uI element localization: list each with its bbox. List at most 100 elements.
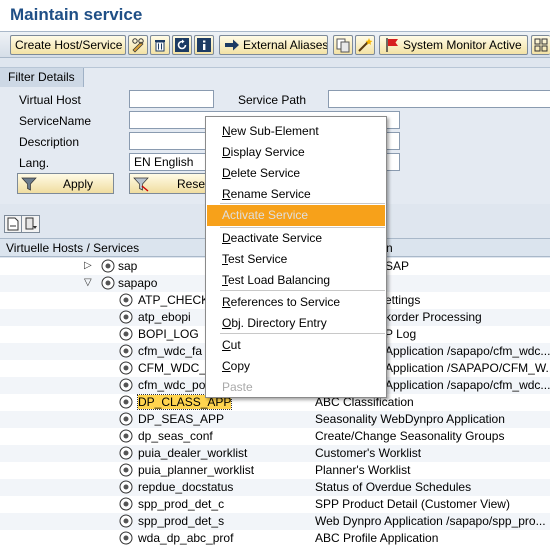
refresh-button[interactable] (172, 35, 192, 55)
menu-item-label: ename Service (230, 187, 311, 201)
column-virtual-hosts-services[interactable]: Virtuelle Hosts / Services (6, 241, 139, 255)
tree-node-label: cfm_wdc_po (138, 378, 206, 392)
tree-node-description: Customer's Worklist (315, 446, 422, 460)
tree-node-description: ABC Profile Application (315, 531, 439, 545)
service-path-input[interactable] (328, 90, 550, 108)
tree-node-description: Seasonality WebDynpro Application (315, 412, 505, 426)
service-node-icon (119, 446, 133, 460)
service-node-icon (119, 293, 133, 307)
service-node-icon (101, 259, 115, 273)
magic-wand-icon (357, 37, 373, 53)
mnemonic: C (222, 359, 231, 373)
menu-item-display-service[interactable]: Display Service (207, 142, 385, 162)
arrow-right-icon (224, 37, 240, 53)
tree-node-description: Create/Change Seasonality Groups (315, 429, 505, 443)
document-dropdown-icon (23, 216, 39, 232)
tree-node-label: puia_dealer_worklist (138, 446, 248, 460)
menu-item-test-load-balancing[interactable]: Test Load Balancing (207, 270, 385, 290)
menu-item-deactivate-service[interactable]: Deactivate Service (207, 228, 385, 248)
expand-arrow-icon[interactable]: ▷ (84, 260, 92, 271)
menu-item-label: elete Service (230, 166, 301, 180)
menu-item-cut[interactable]: Cut (207, 335, 385, 355)
tree-node-label: sap (118, 259, 138, 273)
refresh-icon (174, 37, 190, 53)
tree-node[interactable]: spp_prod_det_c SPP Product Detail (Custo… (0, 496, 550, 513)
tree-node-description: P Log (385, 327, 417, 341)
new-document-button[interactable] (4, 215, 22, 233)
menu-item-references-to-service[interactable]: References to Service (207, 292, 385, 312)
tree-node-label: dp_seas_conf (138, 429, 213, 443)
description-label: Description (19, 135, 80, 149)
menu-item-label: est Load Balancing (228, 273, 331, 287)
menu-separator (220, 203, 385, 204)
tree-node[interactable]: puia_dealer_worklist Customer's Worklist (0, 445, 550, 462)
tree-node-description: Application /SAPAPO/CFM_W... (385, 361, 550, 375)
service-node-icon (119, 531, 133, 545)
menu-item-activate-service[interactable]: Activate Service (207, 205, 385, 226)
menu-item-label: bj. Directory Entry (231, 316, 327, 330)
tree-node[interactable]: spp_prod_det_s Web Dynpro Application /s… (0, 513, 550, 530)
service-node-icon (119, 514, 133, 528)
mnemonic: D (222, 145, 231, 159)
pencil-glasses-icon (130, 37, 146, 53)
system-monitor-active-button[interactable]: System Monitor Active (379, 35, 528, 55)
wizard-button[interactable] (355, 35, 375, 55)
menu-separator (220, 333, 385, 334)
menu-item-rename-service[interactable]: Rename Service (207, 184, 385, 204)
menu-item-delete-service[interactable]: Delete Service (207, 163, 385, 183)
page-title: Maintain service (0, 0, 550, 31)
service-node-icon (119, 327, 133, 341)
menu-item-label: eferences to Service (230, 295, 341, 309)
menu-item-label: ew Sub-Element (230, 124, 319, 138)
service-path-label: Service Path (238, 93, 307, 107)
tree-node[interactable]: DP_SEAS_APP Seasonality WebDynpro Applic… (0, 411, 550, 428)
context-menu: New Sub-Element Display Service Delete S… (205, 116, 387, 398)
tree-node-label: puia_planner_worklist (138, 463, 255, 477)
filter-details-tab[interactable]: Filter Details (0, 68, 84, 87)
tree-node[interactable]: repdue_docstatus Status of Overdue Sched… (0, 479, 550, 496)
collapse-arrow-icon[interactable]: ▽ (84, 277, 92, 288)
tree-node[interactable]: wda_dp_abc_prof ABC Profile Application (0, 530, 550, 547)
virtual-host-input[interactable] (129, 90, 214, 108)
system-monitor-active-label: System Monitor Active (403, 38, 522, 52)
mnemonic: R (222, 295, 231, 309)
menu-item-new-sub-element[interactable]: New Sub-Element (207, 121, 385, 141)
mnemonic: R (222, 187, 231, 201)
create-host-service-label: Create Host/Service (15, 38, 123, 52)
document-icon (5, 216, 21, 232)
info-button[interactable] (194, 35, 214, 55)
red-flag-icon (384, 37, 400, 53)
menu-item-test-service[interactable]: Test Service (207, 249, 385, 269)
trash-icon (152, 37, 168, 53)
menu-item-label: ut (230, 338, 241, 352)
menu-item-paste: Paste (222, 380, 253, 394)
service-node-icon (119, 310, 133, 324)
external-aliases-button[interactable]: External Aliases (219, 35, 328, 55)
document-menu-button[interactable] (22, 215, 40, 233)
service-node-icon (119, 344, 133, 358)
tree-node-description: Planner's Worklist (315, 463, 411, 477)
reset-button[interactable]: Reset (129, 173, 214, 194)
column-description-fragment[interactable]: n (386, 241, 393, 255)
menu-separator (220, 290, 385, 291)
create-host-service-button[interactable]: Create Host/Service (10, 35, 126, 55)
delete-button[interactable] (150, 35, 170, 55)
menu-item-label: est Service (228, 252, 288, 266)
reset-filter-icon (133, 176, 149, 192)
mnemonic: C (222, 338, 231, 352)
menu-item-copy[interactable]: Copy (207, 356, 385, 376)
tree-node[interactable]: puia_planner_worklist Planner's Worklist (0, 462, 550, 479)
tree-node-description: ettings (385, 293, 421, 307)
tree-node-description: SAP (385, 259, 410, 273)
tree-node-description: Web Dynpro Application /sapapo/spp_pro..… (315, 514, 546, 528)
service-name-label: ServiceName (19, 114, 92, 128)
apply-button[interactable]: Apply (17, 173, 114, 194)
language-label: Lang. (19, 156, 50, 170)
tree-node-label: DP_SEAS_APP (138, 412, 225, 426)
edit-button[interactable] (128, 35, 148, 55)
tree-node[interactable]: dp_seas_conf Create/Change Seasonality G… (0, 428, 550, 445)
menu-item-obj-directory-entry[interactable]: Obj. Directory Entry (207, 313, 385, 333)
more-toolbar-button[interactable] (531, 35, 550, 55)
copy-button[interactable] (333, 35, 353, 55)
tree-node-label: spp_prod_det_c (138, 497, 225, 511)
